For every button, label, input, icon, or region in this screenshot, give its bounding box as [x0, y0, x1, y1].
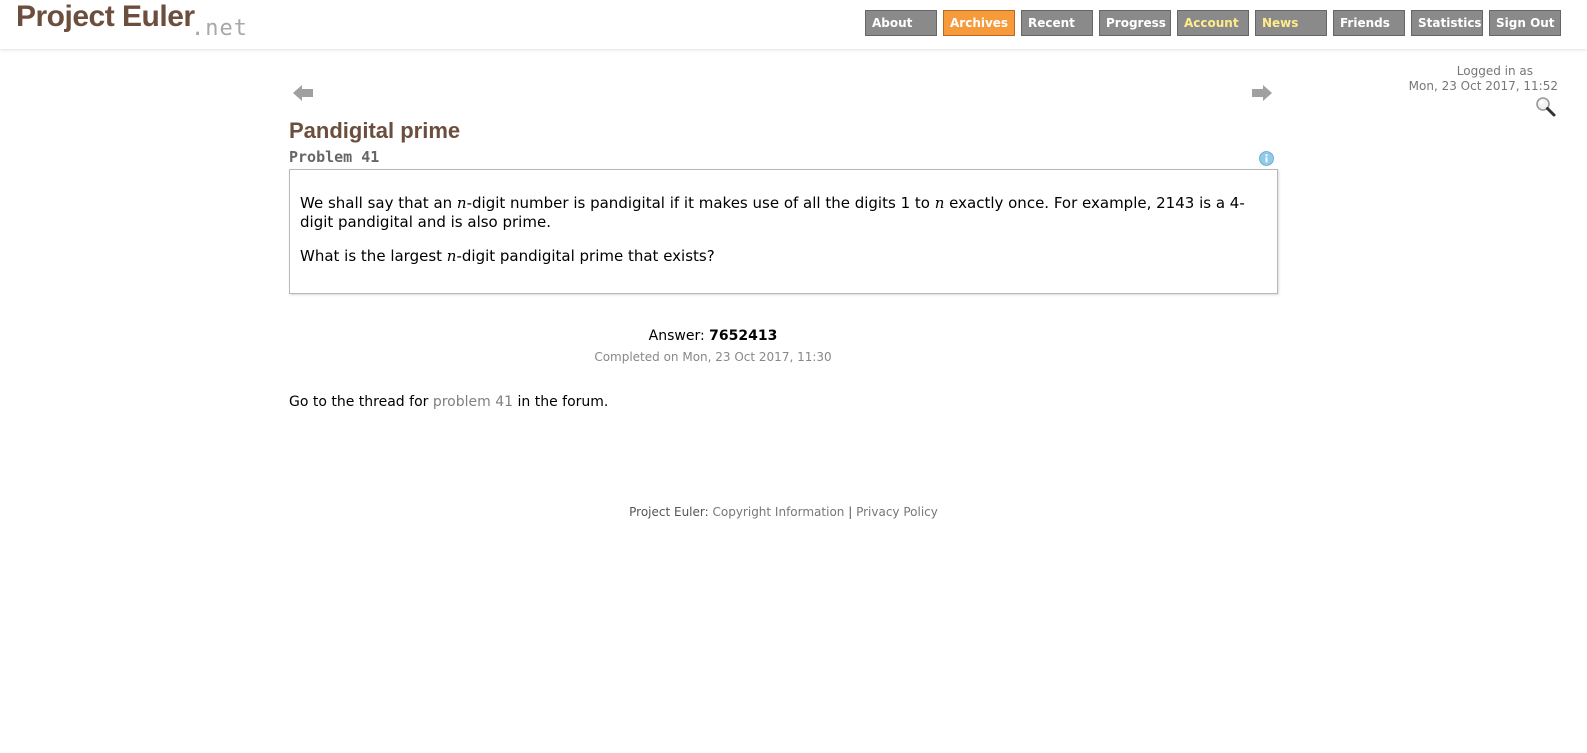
left-arrow-icon[interactable] [292, 84, 314, 102]
forum-line: Go to the thread for problem 41 in the f… [289, 394, 609, 410]
problem-title: Pandigital prime [289, 118, 461, 143]
answer-label: Answer: [648, 328, 710, 344]
answer-block: Answer: 7652413 Completed on Mon, 23 Oct… [289, 326, 1137, 366]
problem-paragraph-1: We shall say that an n-digit number is p… [300, 194, 1245, 231]
problem-paragraph-2: What is the largest n-digit pandigital p… [300, 247, 715, 265]
nav-sign-out[interactable]: Sign Out [1489, 10, 1561, 36]
problem-number: Problem 41 [289, 148, 380, 166]
magnifier-icon[interactable] [1535, 96, 1557, 118]
login-timestamp: Mon, 23 Oct 2017, 11:52 [1408, 79, 1558, 93]
user-info: Logged in as Mon, 23 Oct 2017, 11:52 [1409, 64, 1558, 94]
forum-thread-link[interactable]: problem 41 [433, 394, 513, 410]
nav-recent[interactable]: Recent [1021, 10, 1093, 36]
right-arrow-icon[interactable] [1251, 84, 1273, 102]
nav-progress[interactable]: Progress [1099, 10, 1171, 36]
logged-in-label: Logged in as [1456, 64, 1533, 78]
copyright-link[interactable]: Copyright Information [712, 505, 844, 519]
problem-statement: We shall say that an n-digit number is p… [289, 169, 1278, 294]
logo-suffix: .net [191, 16, 248, 41]
privacy-policy-link[interactable]: Privacy Policy [856, 505, 938, 519]
footer-prefix: Project Euler: [629, 505, 713, 519]
info-icon[interactable] [1259, 151, 1274, 166]
nav-account[interactable]: Account [1177, 10, 1249, 36]
answer-value: 7652413 [709, 328, 778, 344]
nav-archives[interactable]: Archives [943, 10, 1015, 36]
nav-friends[interactable]: Friends [1333, 10, 1405, 36]
site-header: Project Euler .net About Archives Recent… [0, 0, 1587, 49]
nav-news[interactable]: News [1255, 10, 1327, 36]
nav-about[interactable]: About [865, 10, 937, 36]
logo-text: Project Euler [16, 0, 195, 33]
completed-date: Completed on Mon, 23 Oct 2017, 11:30 [594, 350, 832, 364]
footer-separator: | [844, 505, 857, 519]
site-footer: Project Euler: Copyright Information | P… [0, 505, 1567, 519]
nav-statistics[interactable]: Statistics [1411, 10, 1483, 36]
